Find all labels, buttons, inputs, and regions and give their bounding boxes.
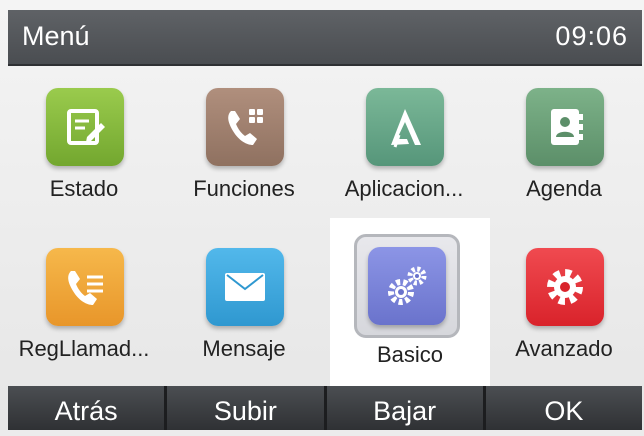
- menu-item-label: RegLlamad...: [18, 336, 150, 361]
- phone-screen: Menú 09:06 Estado Funciones Aplicacion..…: [0, 0, 644, 430]
- menu-item-label: Avanzado: [515, 336, 613, 361]
- softkey-bar: Atrás Subir Bajar OK: [8, 386, 642, 430]
- page-title: Menú: [22, 21, 90, 51]
- menu-item-label: Basico: [376, 342, 444, 367]
- menu-item-label: Agenda: [526, 176, 602, 201]
- gear-icon: [526, 248, 604, 326]
- down-softkey[interactable]: Bajar: [323, 386, 483, 430]
- clock: 09:06: [555, 21, 628, 51]
- menu-item-regllamadas[interactable]: RegLlamad...: [4, 230, 164, 370]
- status-icon: [46, 88, 124, 166]
- contacts-book-icon: [526, 88, 604, 166]
- menu-item-label: Funciones: [193, 176, 295, 201]
- menu-item-label: Mensaje: [202, 336, 286, 361]
- menu-item-mensaje[interactable]: Mensaje: [164, 230, 324, 370]
- menu-item-avanzado[interactable]: Avanzado: [484, 230, 644, 370]
- title-bar: Menú 09:06: [8, 10, 642, 66]
- applications-icon: [366, 88, 444, 166]
- call-log-icon: [46, 248, 124, 326]
- menu-item-basico[interactable]: Basico: [330, 218, 490, 386]
- menu-item-label: Estado: [49, 176, 119, 201]
- menu-item-label: Aplicacion...: [344, 176, 464, 201]
- envelope-icon: [206, 248, 284, 326]
- gears-icon: [368, 247, 446, 325]
- up-softkey[interactable]: Subir: [164, 386, 324, 430]
- phone-features-icon: [206, 88, 284, 166]
- ok-softkey[interactable]: OK: [482, 386, 642, 430]
- menu-item-aplicaciones[interactable]: Aplicacion...: [324, 70, 484, 210]
- menu-item-agenda[interactable]: Agenda: [484, 70, 644, 210]
- menu-item-funciones[interactable]: Funciones: [164, 70, 324, 210]
- menu-item-estado[interactable]: Estado: [4, 70, 164, 210]
- back-softkey[interactable]: Atrás: [8, 386, 165, 430]
